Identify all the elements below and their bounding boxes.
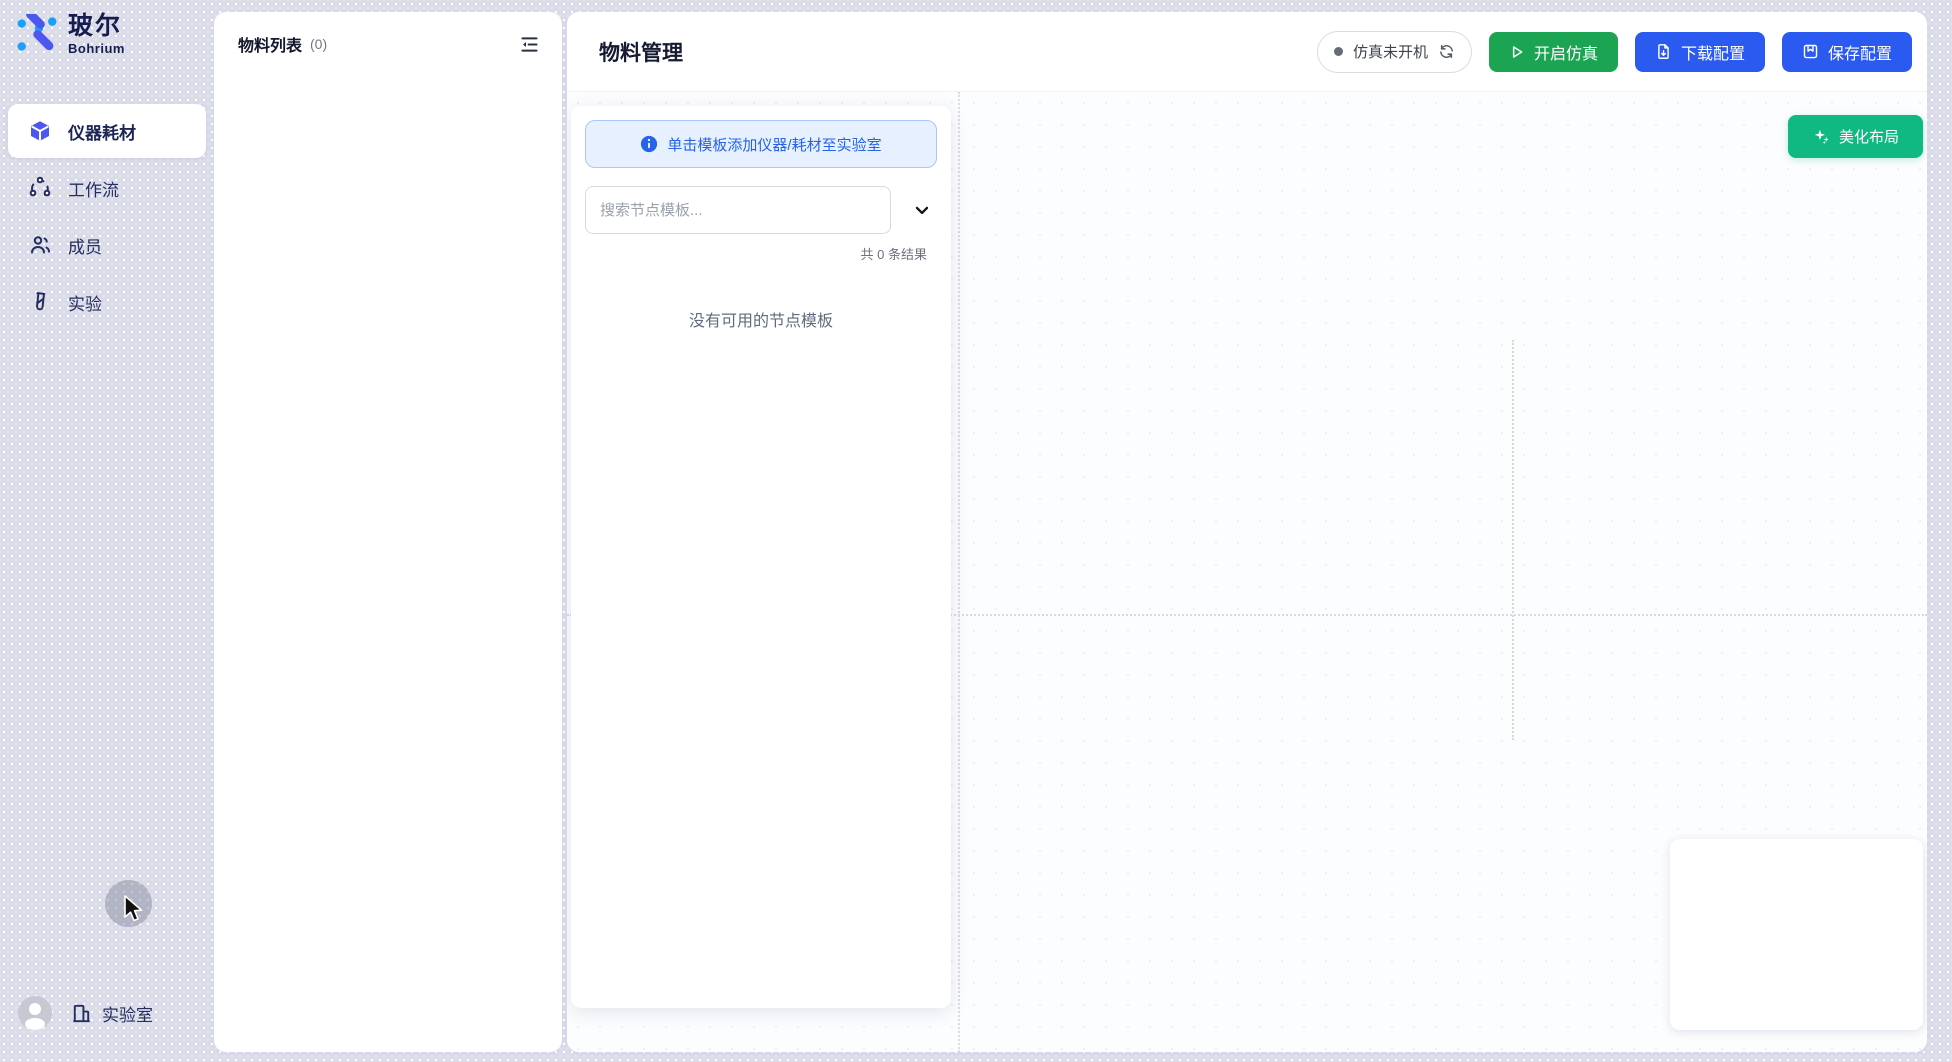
canvas-guideline-vertical bbox=[958, 92, 960, 1052]
mouse-cursor bbox=[122, 894, 148, 924]
sidebar-item-label: 仪器耗材 bbox=[68, 119, 136, 144]
building-icon bbox=[70, 1002, 93, 1025]
info-icon bbox=[640, 135, 658, 153]
flow-canvas[interactable]: 单击模板添加仪器/耗材至实验室 共 0 条结果 没有可用的节点模板 bbox=[567, 92, 1927, 1052]
download-config-button[interactable]: 下载配置 bbox=[1635, 32, 1765, 72]
sidebar-item-experiments[interactable]: 实验 bbox=[8, 275, 206, 329]
start-simulation-label: 开启仿真 bbox=[1534, 40, 1598, 64]
workflow-icon bbox=[28, 176, 52, 200]
user-icon bbox=[18, 996, 52, 1030]
brand-logo: 玻尔 Bohrium bbox=[16, 12, 125, 56]
status-dot bbox=[1334, 47, 1343, 56]
sidebar-item-label: 实验 bbox=[68, 290, 102, 315]
sidebar-item-members[interactable]: 成员 bbox=[8, 218, 206, 272]
page-title: 物料管理 bbox=[599, 37, 683, 67]
search-results-count: 共 0 条结果 bbox=[585, 244, 937, 263]
bohrium-logo-icon bbox=[16, 14, 58, 56]
material-list-title: 物料列表 bbox=[238, 32, 302, 56]
start-simulation-button[interactable]: 开启仿真 bbox=[1489, 32, 1618, 72]
save-icon bbox=[1802, 43, 1819, 60]
menu-fold-icon bbox=[519, 34, 540, 55]
empty-template-message: 没有可用的节点模板 bbox=[585, 307, 937, 331]
template-search-row bbox=[585, 186, 937, 234]
avatar[interactable] bbox=[18, 996, 52, 1030]
save-config-button[interactable]: 保存配置 bbox=[1782, 32, 1912, 72]
chevron-down-icon bbox=[912, 200, 932, 220]
canvas-minimap[interactable] bbox=[1670, 839, 1923, 1030]
simulation-status-pill[interactable]: 仿真未开机 bbox=[1317, 31, 1472, 73]
refresh-icon[interactable] bbox=[1438, 43, 1455, 60]
collapse-template-list-button[interactable] bbox=[907, 195, 937, 225]
members-icon bbox=[28, 233, 52, 257]
template-panel: 单击模板添加仪器/耗材至实验室 共 0 条结果 没有可用的节点模板 bbox=[571, 106, 951, 1008]
collapse-panel-button[interactable] bbox=[516, 31, 542, 57]
beautify-layout-label: 美化布局 bbox=[1839, 126, 1899, 147]
brand-text: 玻尔 Bohrium bbox=[68, 12, 125, 56]
beautify-layout-button[interactable]: 美化布局 bbox=[1788, 115, 1923, 158]
material-list-count: (0) bbox=[310, 36, 327, 52]
lab-label: 实验室 bbox=[102, 1001, 153, 1026]
experiment-icon bbox=[28, 290, 52, 314]
material-list-header: 物料列表 (0) bbox=[214, 12, 562, 76]
brand-name-zh: 玻尔 bbox=[68, 12, 125, 41]
material-list-panel: 物料列表 (0) bbox=[214, 12, 562, 1052]
template-hint-text: 单击模板添加仪器/耗材至实验室 bbox=[667, 134, 881, 155]
play-icon bbox=[1509, 44, 1525, 60]
template-hint-banner: 单击模板添加仪器/耗材至实验室 bbox=[585, 120, 937, 168]
download-config-label: 下载配置 bbox=[1681, 40, 1745, 64]
sparkles-icon bbox=[1812, 127, 1831, 146]
canvas-guideline-vertical bbox=[1512, 340, 1514, 740]
app-window: 玻尔 Bohrium 仪器耗材 工作流 bbox=[0, 0, 1952, 1062]
sidebar-item-lab[interactable]: 实验室 bbox=[70, 1001, 153, 1026]
sidebar-item-label: 工作流 bbox=[68, 176, 119, 201]
page-header: 物料管理 仿真未开机 开启仿真 bbox=[567, 12, 1927, 92]
header-actions: 仿真未开机 开启仿真 bbox=[1317, 31, 1912, 73]
main-panel: 物料管理 仿真未开机 开启仿真 bbox=[567, 12, 1927, 1052]
sidebar-item-instruments[interactable]: 仪器耗材 bbox=[8, 104, 206, 158]
search-template-input[interactable] bbox=[585, 186, 891, 234]
sidebar-item-workflow[interactable]: 工作流 bbox=[8, 161, 206, 215]
sidebar-item-label: 成员 bbox=[68, 233, 102, 258]
file-download-icon bbox=[1655, 43, 1672, 60]
brand-name-en: Bohrium bbox=[68, 41, 125, 56]
cube-icon bbox=[28, 119, 52, 143]
save-config-label: 保存配置 bbox=[1828, 40, 1892, 64]
status-label: 仿真未开机 bbox=[1353, 41, 1428, 62]
